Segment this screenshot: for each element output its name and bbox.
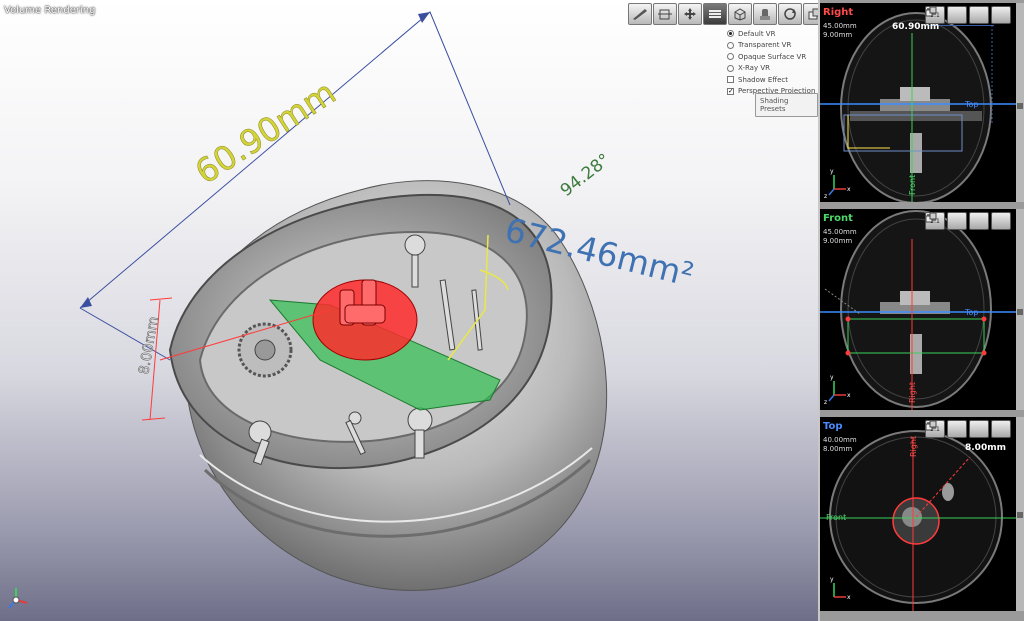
crosshair-label: Front (826, 513, 846, 522)
option-label: Transparent VR (738, 41, 792, 50)
axis-label: Right (908, 382, 917, 403)
slab-thickness: 45.00mm (823, 228, 857, 236)
head-view-button[interactable] (927, 212, 989, 230)
hand-icon (760, 9, 770, 20)
slab-button[interactable] (927, 6, 967, 24)
view-scale-info: 45.00mm 9.00mm (823, 22, 857, 40)
ruler-tool-button[interactable] (628, 3, 652, 25)
slab-button[interactable] (927, 420, 967, 438)
orientation-axes-icon (8, 588, 28, 609)
axis-x-label: x (847, 392, 851, 399)
angle-measurement-label: 94.28° (557, 150, 614, 201)
radio-button[interactable] (727, 30, 734, 38)
windows-icon (808, 8, 818, 20)
length-arrow (418, 12, 430, 23)
view-scale-info: 40.00mm 8.00mm (823, 436, 857, 454)
opaque-surface-vr-option[interactable]: Opaque Surface VR (727, 51, 815, 63)
front-view-pane[interactable]: y x z Top Right Front 45.00mm 9.00mm 1:1 (820, 209, 1016, 410)
front-view-slider[interactable] (1016, 209, 1024, 410)
volume-rendering-view[interactable]: 60.90mm 94.28° 672.46mm² 8.00mm Volume R… (0, 0, 818, 621)
view-title: Volume Rendering (4, 5, 96, 16)
windows-icon (925, 6, 937, 17)
render-options-panel: Default VR Transparent VR Opaque Surface… (727, 28, 815, 97)
slab-thickness: 40.00mm (823, 436, 857, 444)
gear-hub (254, 339, 276, 361)
option-label: Default VR (738, 29, 776, 38)
depth-measure-tick (149, 297, 173, 301)
transparent-vr-option[interactable]: Transparent VR (727, 40, 815, 52)
crosshair-label: Top (964, 308, 979, 317)
view-toolbar (628, 3, 818, 25)
checkbox[interactable] (727, 76, 734, 84)
view-scale-info: 45.00mm 9.00mm (823, 228, 857, 246)
axis-y-label: y (830, 374, 834, 381)
xray-vr-option[interactable]: X-Ray VR (727, 63, 815, 75)
slice-depth: 8.00mm (823, 445, 853, 453)
default-vr-option[interactable]: Default VR (727, 28, 815, 40)
windows-icon (925, 420, 937, 431)
pan-tool-button[interactable] (678, 3, 702, 25)
length-measurement-label: 60.90mm (188, 73, 342, 192)
move-icon (684, 8, 696, 20)
length-arrow (80, 297, 92, 308)
rotate-view-button[interactable] (778, 3, 802, 25)
radio-button[interactable] (727, 64, 734, 72)
axis-z-label: z (824, 193, 827, 200)
axis-label: Right (909, 436, 918, 457)
option-label: X-Ray VR (738, 64, 770, 73)
checkbox[interactable] (727, 87, 734, 95)
crosshair-label: Top (964, 100, 979, 109)
clip-tool-button[interactable] (653, 3, 677, 25)
slider-thumb[interactable] (1017, 309, 1023, 315)
clip-plane-icon (658, 9, 672, 20)
push-tool-button[interactable] (753, 3, 777, 25)
head-view-button[interactable] (927, 6, 989, 24)
axis-z-label: z (824, 399, 827, 406)
rotate-icon (784, 8, 796, 20)
expand-button[interactable] (925, 212, 1011, 230)
slab-button[interactable] (927, 212, 967, 230)
shadow-effect-option[interactable]: Shadow Effect (727, 74, 815, 86)
depth-measure-tick (141, 417, 166, 421)
slice-depth: 9.00mm (823, 31, 853, 39)
volume-render-canvas[interactable]: 60.90mm 94.28° 672.46mm² 8.00mm (0, 0, 818, 621)
top-view-slider[interactable] (1016, 417, 1024, 611)
depth-measurement-label: 8.00mm (136, 315, 162, 375)
radio-button[interactable] (727, 41, 734, 49)
head-view-button[interactable] (927, 420, 989, 438)
option-label: Shadow Effect (738, 75, 788, 84)
slider-thumb[interactable] (1017, 512, 1023, 518)
cube-view-button[interactable] (728, 3, 752, 25)
ruler-icon (633, 9, 647, 20)
right-view-pane[interactable]: y x z Top Front 60.90mm Right 45.00mm 9.… (820, 3, 1016, 202)
view-toolbar: 1:1 (925, 6, 1011, 24)
top-view-pane[interactable]: y x Front Right 8.00mm Top 40.00mm 8.00m… (820, 417, 1016, 611)
render-mode-button[interactable] (703, 3, 727, 25)
axis-label: Front (908, 175, 917, 195)
shading-presets-button[interactable]: Shading Presets (755, 93, 818, 117)
windows-icon (925, 212, 937, 223)
mpr-side-panel: y x z Top Front 60.90mm Right 45.00mm 9.… (820, 0, 1024, 621)
slice-depth: 9.00mm (823, 237, 853, 245)
axis-x-label: x (847, 186, 851, 193)
right-view-slider[interactable] (1016, 3, 1024, 202)
cube-icon (734, 8, 746, 21)
radio-button[interactable] (727, 53, 734, 61)
expand-button[interactable] (925, 420, 1011, 438)
expand-button[interactable] (925, 6, 1011, 24)
view-label: Top (823, 421, 843, 432)
measurement-label: 8.00mm (965, 443, 1006, 453)
layers-icon (709, 10, 721, 18)
slab-thickness: 45.00mm (823, 22, 857, 30)
view-toolbar: 1:1 (925, 212, 1011, 230)
view-toolbar: 1:1 (925, 420, 1011, 438)
view-label: Right (823, 7, 854, 18)
option-label: Opaque Surface VR (738, 52, 807, 61)
axis-y-label: y (830, 576, 834, 583)
layout-toggle-button[interactable] (803, 3, 818, 25)
axis-y-label: y (830, 168, 834, 175)
view-label: Front (823, 213, 853, 224)
axis-x-label: x (847, 594, 851, 601)
slider-thumb[interactable] (1017, 103, 1023, 109)
